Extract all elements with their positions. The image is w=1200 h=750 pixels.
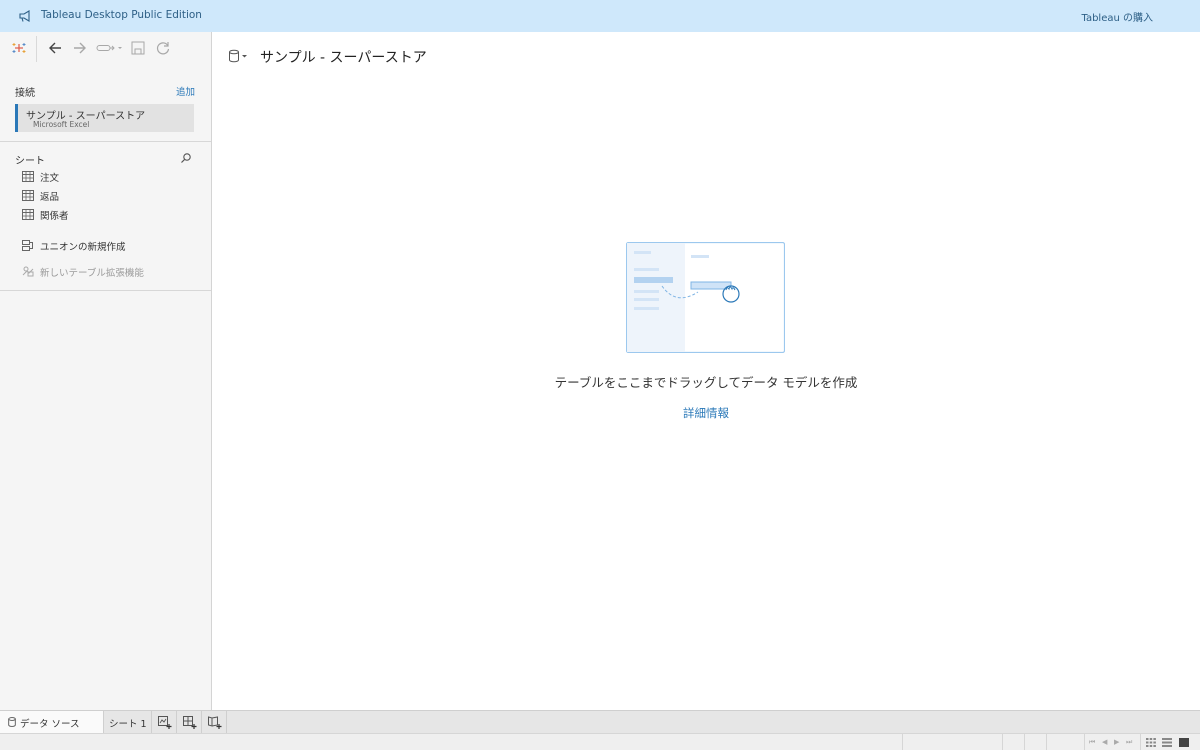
pause-updates-icon[interactable] bbox=[96, 39, 124, 57]
search-icon[interactable] bbox=[180, 152, 192, 164]
buy-tableau-link[interactable]: Tableau の購入 bbox=[1081, 9, 1153, 24]
connection-type: Microsoft Excel bbox=[33, 120, 90, 129]
connections-heading: 接続 bbox=[15, 88, 35, 99]
sheet-item-people[interactable]: 関係者 bbox=[22, 207, 192, 223]
new-story-icon bbox=[208, 716, 222, 729]
status-separator bbox=[1046, 734, 1047, 750]
new-worksheet-icon bbox=[158, 716, 172, 729]
empty-canvas-message: テーブルをここまでドラッグしてデータ モデルを作成 bbox=[554, 375, 858, 390]
new-table-extension-label: 新しいテーブル拡張機能 bbox=[40, 268, 144, 279]
status-separator bbox=[1084, 734, 1085, 750]
sheet-item-label: 関係者 bbox=[40, 211, 69, 222]
new-union-label: ユニオンの新規作成 bbox=[40, 242, 126, 253]
toolbar bbox=[0, 32, 211, 64]
table-icon bbox=[22, 190, 34, 201]
sheet-item-orders[interactable]: 注文 bbox=[22, 169, 192, 185]
refresh-icon[interactable] bbox=[155, 39, 171, 57]
tableau-logo-icon[interactable] bbox=[11, 39, 27, 57]
tab-sheet-1[interactable]: シート 1 bbox=[104, 711, 152, 734]
status-bar: ⏮ ◀ ▶ ⏭ bbox=[0, 733, 1200, 750]
tab-label: シート 1 bbox=[109, 719, 147, 730]
sheet-item-label: 返品 bbox=[40, 192, 60, 203]
database-dropdown-icon[interactable] bbox=[228, 49, 248, 63]
status-separator bbox=[902, 734, 903, 750]
new-dashboard-icon bbox=[183, 716, 197, 729]
prev-sheet-icon[interactable]: ◀ bbox=[1102, 738, 1107, 746]
first-sheet-icon[interactable]: ⏮ bbox=[1089, 738, 1095, 747]
show-filmstrip-icon[interactable] bbox=[1162, 738, 1172, 747]
table-icon bbox=[22, 209, 34, 220]
last-sheet-icon[interactable]: ⏭ bbox=[1126, 738, 1132, 747]
back-icon[interactable] bbox=[47, 39, 63, 57]
save-icon[interactable] bbox=[131, 39, 145, 57]
data-pane: 接続 追加 サンプル - スーパーストア Microsoft Excel シート… bbox=[0, 32, 212, 710]
show-sheet-sorter-icon[interactable] bbox=[1146, 738, 1156, 747]
new-table-extension-item[interactable]: 新しいテーブル拡張機能 bbox=[22, 264, 192, 280]
sheet-tab-bar: データ ソース シート 1 bbox=[0, 710, 1200, 734]
tab-data-source[interactable]: データ ソース bbox=[0, 711, 104, 734]
status-separator bbox=[1024, 734, 1025, 750]
new-worksheet-button[interactable] bbox=[152, 711, 177, 734]
app-title: Tableau Desktop Public Edition bbox=[41, 9, 202, 21]
status-separator bbox=[1140, 734, 1141, 750]
drag-table-illustration bbox=[626, 242, 785, 353]
show-tabs-icon[interactable] bbox=[1179, 738, 1189, 747]
new-story-button[interactable] bbox=[202, 711, 227, 734]
database-icon bbox=[8, 717, 16, 727]
sheets-heading: シート bbox=[15, 156, 45, 167]
tab-label: データ ソース bbox=[20, 719, 80, 730]
edition-banner: Tableau Desktop Public Edition Tableau の… bbox=[0, 0, 1200, 32]
table-icon bbox=[22, 171, 34, 182]
add-connection-link[interactable]: 追加 bbox=[176, 84, 195, 98]
connection-item[interactable]: サンプル - スーパーストア Microsoft Excel bbox=[15, 104, 194, 132]
section-divider bbox=[0, 141, 211, 142]
table-extension-icon bbox=[22, 266, 34, 277]
toolbar-separator bbox=[36, 36, 37, 62]
union-icon bbox=[22, 240, 33, 251]
forward-icon[interactable] bbox=[72, 39, 88, 57]
learn-more-link[interactable]: 詳細情報 bbox=[606, 405, 806, 421]
section-divider bbox=[0, 290, 211, 291]
datasource-name[interactable]: サンプル - スーパーストア bbox=[260, 47, 427, 67]
status-separator bbox=[1002, 734, 1003, 750]
new-dashboard-button[interactable] bbox=[177, 711, 202, 734]
sheet-item-returns[interactable]: 返品 bbox=[22, 188, 192, 204]
megaphone-icon bbox=[19, 10, 30, 22]
next-sheet-icon[interactable]: ▶ bbox=[1114, 738, 1119, 746]
sheet-item-label: 注文 bbox=[40, 173, 60, 184]
new-union-item[interactable]: ユニオンの新規作成 bbox=[22, 238, 192, 254]
